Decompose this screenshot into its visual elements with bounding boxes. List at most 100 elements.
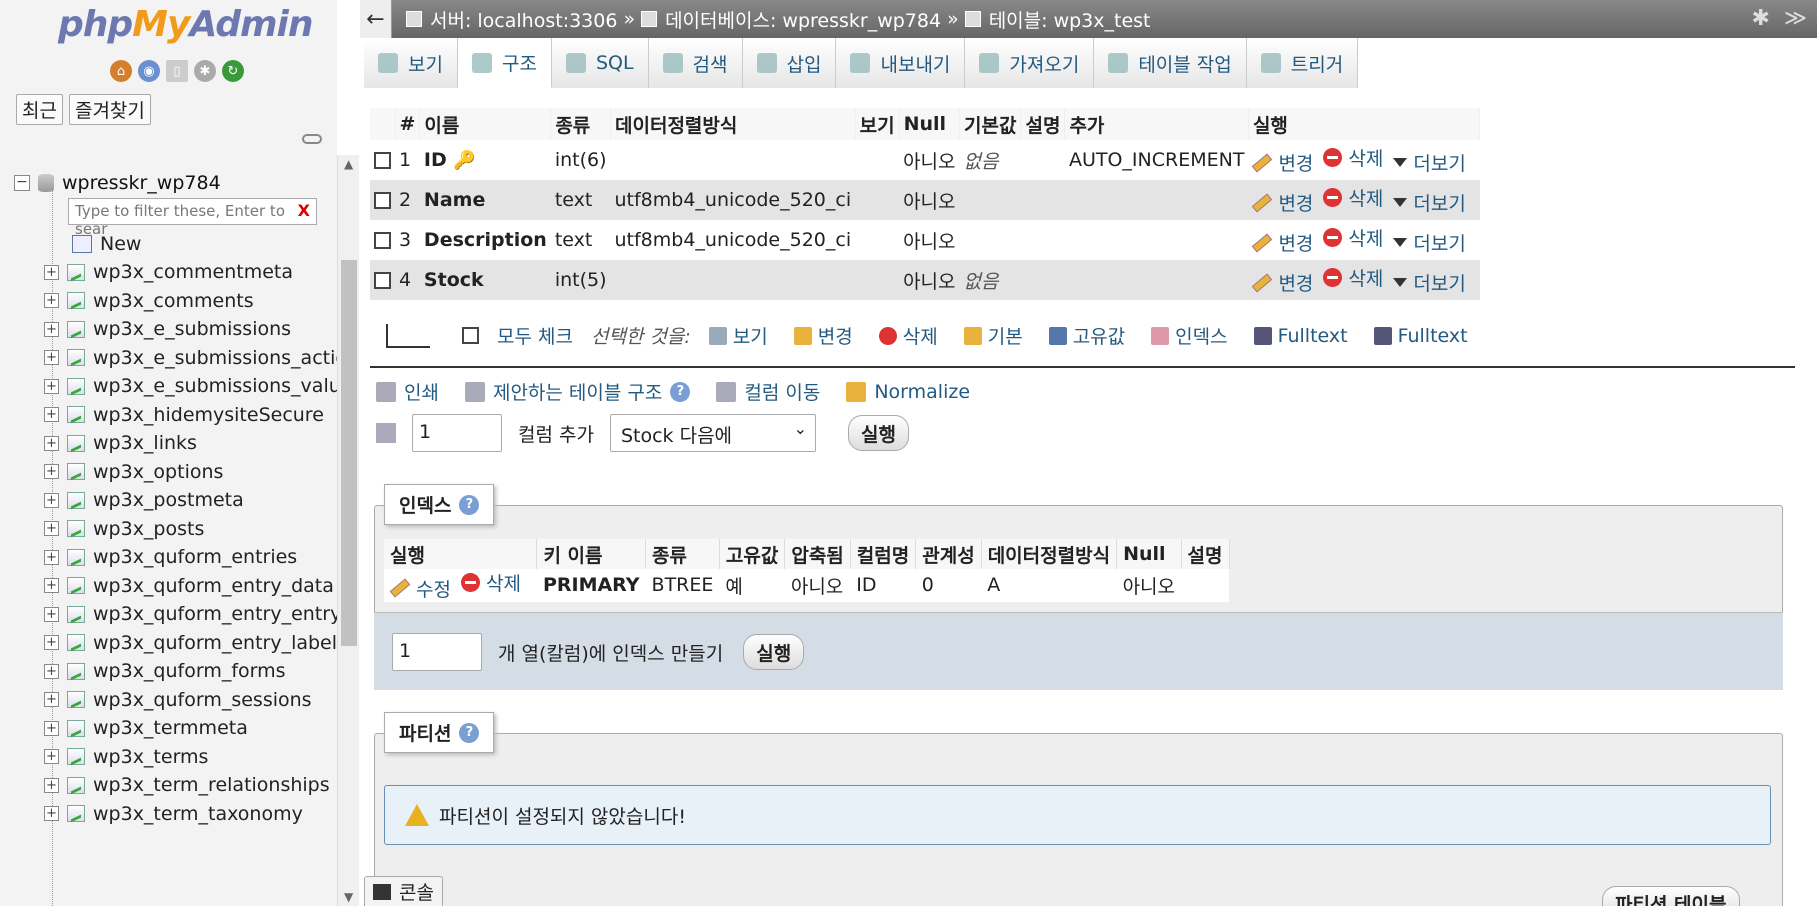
add-column-count[interactable]: 1 xyxy=(412,414,502,452)
crumb-database[interactable]: 데이터베이스: wpresskr_wp784 xyxy=(665,6,941,33)
filter-input[interactable]: Type to filter these, Enter to sear X xyxy=(68,198,317,238)
add-column-go-button[interactable]: 실행 xyxy=(847,415,909,451)
console-toggle[interactable]: 콘솔 xyxy=(364,876,443,906)
favorites-button[interactable]: 즐겨찾기 xyxy=(68,94,151,125)
with-selected-browse[interactable]: 보기 xyxy=(708,322,768,349)
column-position-select[interactable]: Stock 다음에 xyxy=(609,414,816,452)
expand-icon[interactable]: + xyxy=(44,435,59,451)
recent-button[interactable]: 최근 xyxy=(16,94,63,125)
tab-browse[interactable]: 보기 xyxy=(364,38,458,88)
index-edit-link[interactable]: 수정 xyxy=(389,575,451,602)
with-selected-index[interactable]: 인덱스 xyxy=(1151,322,1228,349)
tree-table-item[interactable]: + wp3x_term_relationships xyxy=(44,774,330,796)
expand-icon[interactable]: + xyxy=(44,407,59,422)
more-dropdown[interactable]: 더보기 xyxy=(1393,189,1466,216)
row-checkbox[interactable] xyxy=(374,272,391,289)
tab-sql[interactable]: SQL xyxy=(551,38,649,88)
tree-table-item[interactable]: + wp3x_hidemysiteSecure xyxy=(44,404,324,426)
scroll-thumb[interactable] xyxy=(341,260,357,646)
collapse-top-icon[interactable]: ≫ xyxy=(1784,6,1807,31)
row-checkbox[interactable] xyxy=(374,152,391,169)
expand-icon[interactable]: + xyxy=(44,663,59,679)
expand-icon[interactable]: + xyxy=(44,321,59,337)
tree-table-name[interactable]: wp3x_terms xyxy=(93,746,208,768)
with-selected-change[interactable]: 변경 xyxy=(793,322,853,349)
tree-table-item[interactable]: + wp3x_termmeta xyxy=(44,717,248,739)
with-selected-fulltext-2[interactable]: Fulltext xyxy=(1373,322,1468,349)
with-selected-unique[interactable]: 고유값 xyxy=(1048,322,1125,349)
tree-table-item[interactable]: + wp3x_quform_forms xyxy=(44,660,286,682)
tree-table-item[interactable]: + wp3x_postmeta xyxy=(44,489,244,511)
docs-icon[interactable]: ▯ xyxy=(166,60,188,82)
tab-search[interactable]: 검색 xyxy=(648,38,743,88)
tree-table-name[interactable]: wp3x_commentmeta xyxy=(93,261,293,283)
tree-table-name[interactable]: wp3x_quform_entry_labels xyxy=(93,632,337,654)
db-name[interactable]: wpresskr_wp784 xyxy=(62,172,221,194)
more-dropdown[interactable]: 더보기 xyxy=(1393,149,1466,176)
tab-import[interactable]: 가져오기 xyxy=(965,38,1095,88)
tree-table-name[interactable]: wp3x_quform_entries xyxy=(93,546,297,568)
change-link[interactable]: 변경 xyxy=(1252,229,1313,256)
tree-table-name[interactable]: wp3x_hidemysiteSecure xyxy=(93,404,324,426)
row-checkbox[interactable] xyxy=(374,192,391,209)
tree-table-name[interactable]: wp3x_links xyxy=(93,432,197,454)
back-arrow-icon[interactable]: ← xyxy=(360,0,392,38)
tree-table-name[interactable]: wp3x_quform_entry_entry_ xyxy=(93,603,337,625)
expand-icon[interactable]: + xyxy=(44,264,59,280)
clear-filter-icon[interactable]: X xyxy=(298,201,310,220)
expand-icon[interactable]: + xyxy=(44,749,59,764)
reload-icon[interactable]: ↻ xyxy=(222,60,244,82)
tree-table-item[interactable]: + wp3x_posts xyxy=(44,518,204,540)
tree-table-name[interactable]: wp3x_e_submissions_value xyxy=(93,375,337,397)
tree-table-item[interactable]: + wp3x_term_taxonomy xyxy=(44,803,303,825)
change-link[interactable]: 변경 xyxy=(1252,269,1313,296)
expand-icon[interactable]: + xyxy=(44,578,59,593)
logout-icon[interactable]: ◉ xyxy=(138,60,160,82)
tab-structure[interactable]: 구조 xyxy=(457,38,552,88)
tree-table-name[interactable]: wp3x_term_relationships xyxy=(93,774,330,796)
expand-icon[interactable]: + xyxy=(44,635,59,650)
tree-table-item[interactable]: + wp3x_quform_entry_entry_ xyxy=(44,603,337,625)
expand-icon[interactable]: + xyxy=(44,293,59,308)
tree-table-name[interactable]: wp3x_postmeta xyxy=(93,489,244,511)
tree-table-name[interactable]: wp3x_e_submissions_action xyxy=(93,347,337,369)
tree-table-item[interactable]: + wp3x_e_submissions xyxy=(44,318,291,340)
propose-structure-link[interactable]: 제안하는 테이블 구조? xyxy=(464,378,691,405)
with-selected-drop[interactable]: 삭제 xyxy=(878,322,938,349)
tab-insert[interactable]: 삽입 xyxy=(742,38,837,88)
home-icon[interactable]: ⌂ xyxy=(110,60,132,82)
help-icon[interactable]: ? xyxy=(459,722,480,743)
with-selected-primary[interactable]: 기본 xyxy=(963,322,1023,349)
scroll-down-icon[interactable]: ▼ xyxy=(344,890,353,904)
expand-icon[interactable]: + xyxy=(44,806,59,821)
drop-link[interactable]: 삭제 xyxy=(1323,184,1383,211)
tree-table-item[interactable]: + wp3x_quform_entry_labels xyxy=(44,632,337,654)
tree-table-item[interactable]: + wp3x_quform_entries xyxy=(44,546,297,568)
create-index-go-button[interactable]: 실행 xyxy=(743,634,805,670)
tree-table-name[interactable]: wp3x_termmeta xyxy=(93,717,248,739)
move-columns-link[interactable]: 컬럼 이동 xyxy=(716,378,820,405)
new-table-item[interactable]: New xyxy=(72,233,141,255)
index-drop-link[interactable]: 삭제 xyxy=(460,569,521,596)
tree-table-item[interactable]: + wp3x_e_submissions_value xyxy=(44,375,337,397)
tree-table-item[interactable]: + wp3x_commentmeta xyxy=(44,261,293,283)
expand-icon[interactable]: + xyxy=(44,606,59,622)
expand-icon[interactable]: + xyxy=(44,692,59,707)
help-icon[interactable]: ? xyxy=(459,494,480,515)
tab-export[interactable]: 내보내기 xyxy=(836,38,966,88)
change-link[interactable]: 변경 xyxy=(1252,149,1313,176)
tree-table-item[interactable]: + wp3x_comments xyxy=(44,290,254,312)
expand-icon[interactable]: + xyxy=(44,720,59,736)
link-icon[interactable] xyxy=(302,134,322,144)
gear-icon[interactable]: ✱ xyxy=(194,60,216,82)
partition-table-button[interactable]: 파티션 테이블 xyxy=(1602,886,1740,906)
settings-icon[interactable]: ✱ xyxy=(1752,6,1770,31)
tree-table-item[interactable]: + wp3x_links xyxy=(44,432,197,454)
tree-table-name[interactable]: wp3x_options xyxy=(93,461,223,483)
check-all-link[interactable]: 모두 체크 xyxy=(497,322,573,349)
help-icon[interactable]: ? xyxy=(670,381,691,402)
tree-table-item[interactable]: + wp3x_quform_sessions xyxy=(44,689,312,711)
nav-scrollbar[interactable]: ▲ ▼ xyxy=(337,155,359,906)
tree-table-name[interactable]: wp3x_quform_sessions xyxy=(93,689,312,711)
tree-table-name[interactable]: wp3x_posts xyxy=(93,518,204,540)
